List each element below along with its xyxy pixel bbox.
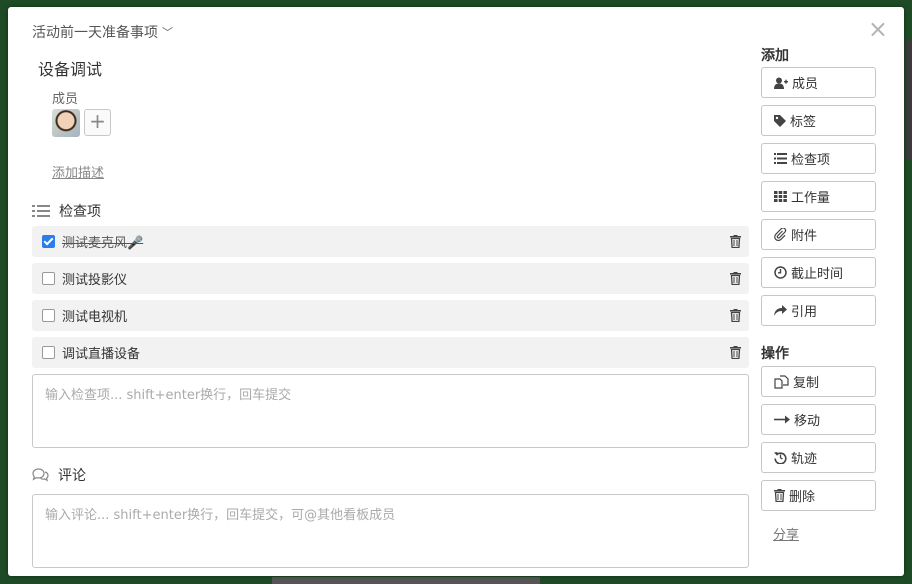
button-label: 附件 bbox=[791, 229, 818, 244]
history-button[interactable]: 轨迹 bbox=[761, 442, 876, 473]
copy-button[interactable]: 复制 bbox=[761, 366, 876, 397]
checklist-item-text[interactable]: 测试投影仪 bbox=[62, 269, 127, 288]
checklist-button[interactable]: 检查项 bbox=[761, 143, 876, 174]
move-button[interactable]: 移动 bbox=[761, 404, 876, 435]
button-label: 引用 bbox=[791, 305, 818, 320]
checklist-item: 测试投影仪 bbox=[32, 263, 749, 294]
button-label: 移动 bbox=[794, 414, 821, 429]
board-selector[interactable]: 活动前一天准备事项 ﹀ bbox=[32, 22, 173, 42]
history-icon bbox=[774, 452, 787, 464]
arrow-right-icon bbox=[774, 415, 790, 424]
checklist-input[interactable]: 输入检查项... shift+enter换行，回车提交 bbox=[32, 374, 749, 448]
add-description-link[interactable]: 添加描述 bbox=[52, 162, 104, 181]
share-arrow-icon bbox=[774, 305, 787, 316]
trash-icon[interactable] bbox=[730, 346, 741, 359]
trash-icon[interactable] bbox=[730, 272, 741, 285]
trash-icon[interactable] bbox=[730, 309, 741, 322]
trash-icon[interactable] bbox=[730, 235, 741, 248]
share-link[interactable]: 分享 bbox=[773, 524, 799, 543]
comment-icon bbox=[32, 468, 49, 482]
paperclip-icon bbox=[774, 228, 787, 241]
labels-button[interactable]: 标签 bbox=[761, 105, 876, 136]
list-icon bbox=[774, 153, 787, 164]
close-icon[interactable]: × bbox=[868, 17, 888, 41]
backdrop-strip bbox=[906, 40, 912, 160]
avatar[interactable] bbox=[52, 109, 80, 137]
checklist-title: 检查项 bbox=[59, 204, 101, 220]
checklist-item: 测试电视机 bbox=[32, 300, 749, 331]
card-detail-modal: × 活动前一天准备事项 ﹀ 设备调试 成员 + 添加描述 检查项 测试麦克风🎤 bbox=[8, 7, 904, 576]
checklist-header: 检查项 bbox=[32, 201, 101, 221]
backdrop-strip bbox=[272, 577, 540, 584]
copy-icon bbox=[774, 374, 789, 389]
tag-icon bbox=[774, 114, 786, 127]
checkbox[interactable] bbox=[42, 309, 55, 322]
button-label: 检查项 bbox=[791, 153, 831, 168]
button-label: 成员 bbox=[792, 77, 819, 92]
add-member-sidebar-button[interactable]: 成员 bbox=[761, 67, 876, 98]
list-icon bbox=[32, 205, 50, 217]
checklist-item-text[interactable]: 测试麦克风🎤 bbox=[62, 232, 143, 251]
clock-icon bbox=[774, 266, 787, 279]
trash-icon bbox=[774, 489, 785, 502]
comments-header: 评论 bbox=[32, 465, 86, 485]
checklist-item-text[interactable]: 调试直播设备 bbox=[62, 343, 140, 362]
workload-button[interactable]: 工作量 bbox=[761, 181, 876, 212]
checkbox[interactable] bbox=[42, 272, 55, 285]
add-member-button[interactable]: + bbox=[84, 109, 111, 136]
comment-input[interactable]: 输入评论... shift+enter换行，回车提交，可@其他看板成员 bbox=[32, 494, 749, 568]
button-label: 轨迹 bbox=[791, 452, 818, 467]
actions-section-title: 操作 bbox=[761, 346, 789, 362]
button-label: 截止时间 bbox=[791, 267, 844, 282]
button-label: 工作量 bbox=[791, 191, 831, 206]
checklist-item: 测试麦克风🎤 bbox=[32, 226, 749, 257]
attachment-button[interactable]: 附件 bbox=[761, 219, 876, 250]
button-label: 复制 bbox=[793, 376, 820, 391]
board-name: 活动前一天准备事项 bbox=[32, 25, 158, 41]
card-title[interactable]: 设备调试 bbox=[38, 56, 102, 80]
comments-title: 评论 bbox=[58, 468, 86, 484]
grid-icon bbox=[774, 191, 787, 202]
delete-button[interactable]: 删除 bbox=[761, 480, 876, 511]
reference-button[interactable]: 引用 bbox=[761, 295, 876, 326]
checkbox[interactable] bbox=[42, 346, 55, 359]
add-user-icon bbox=[774, 77, 788, 89]
button-label: 删除 bbox=[789, 490, 816, 505]
checkbox[interactable] bbox=[42, 235, 55, 248]
checklist-item: 调试直播设备 bbox=[32, 337, 749, 368]
members-label: 成员 bbox=[52, 92, 79, 107]
chevron-down-icon: ﹀ bbox=[162, 26, 173, 39]
checklist-item-text[interactable]: 测试电视机 bbox=[62, 306, 127, 325]
due-date-button[interactable]: 截止时间 bbox=[761, 257, 876, 288]
add-section-title: 添加 bbox=[761, 48, 789, 64]
button-label: 标签 bbox=[790, 115, 817, 130]
